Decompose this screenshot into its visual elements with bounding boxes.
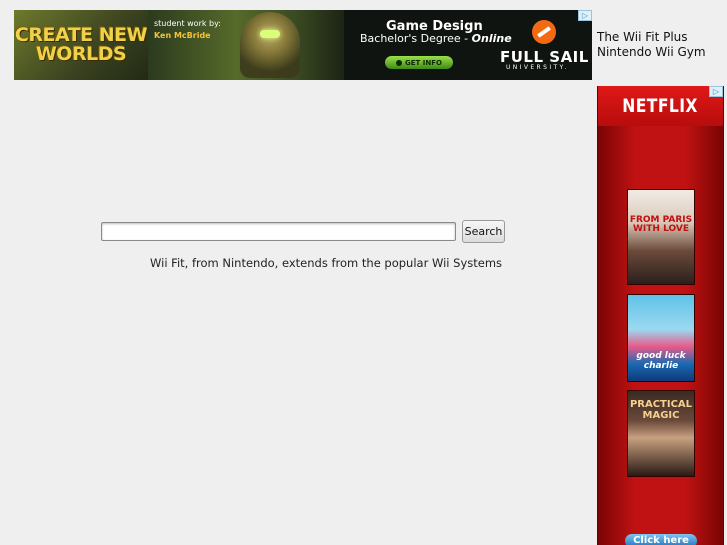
banner-degree-line: Bachelor's Degree - Online (360, 32, 512, 45)
adchoices-icon-netflix[interactable]: ▷ (709, 86, 723, 97)
click-here-button[interactable]: Click here (625, 534, 697, 545)
robot-artwork (240, 12, 300, 78)
tagline-text: Wii Fit, from Nintendo, extends from the… (150, 256, 503, 270)
banner-artwork-panel: student work by: Ken McBride (148, 10, 344, 80)
banner-credit-name: Ken McBride (154, 31, 211, 40)
netflix-skyscraper-ad[interactable]: NETFLIX FROM PARIS WITH LOVE good luck c… (597, 86, 724, 545)
poster-1-title: FROM PARIS WITH LOVE (629, 215, 693, 234)
netflix-logo: NETFLIX (622, 95, 699, 117)
poster-3-title: PRACTICAL MAGIC (629, 399, 693, 421)
side-link-line1[interactable]: The Wii Fit Plus (597, 30, 706, 45)
banner-degree-text: Bachelor's Degree - (360, 32, 472, 45)
netflix-header: NETFLIX (598, 86, 723, 126)
movie-poster-3[interactable]: PRACTICAL MAGIC (627, 390, 695, 477)
banner-credit-label: student work by: (154, 19, 221, 28)
get-info-button[interactable]: GET INFO (385, 56, 453, 69)
banner-brand-sub: UNIVERSITY. (506, 64, 569, 71)
banner-info-panel: Game Design Bachelor's Degree - Online G… (344, 10, 592, 80)
banner-degree-emphasis: Online (471, 32, 512, 45)
full-sail-logo-icon (532, 20, 556, 44)
poster-2-title: good luck charlie (636, 351, 686, 371)
get-info-label: GET INFO (405, 58, 442, 67)
top-banner-ad[interactable]: CREATE NEW WORLDS student work by: Ken M… (14, 10, 592, 80)
search-input[interactable] (101, 222, 456, 241)
play-icon (396, 59, 403, 66)
adchoices-icon[interactable]: ▷ (578, 10, 592, 21)
side-links[interactable]: The Wii Fit Plus Nintendo Wii Gym (597, 30, 706, 60)
movie-poster-2[interactable]: good luck charlie (627, 294, 695, 382)
banner-headline-panel: CREATE NEW WORLDS (14, 10, 148, 80)
movie-poster-1[interactable]: FROM PARIS WITH LOVE (627, 189, 695, 285)
robot-eye-glow (260, 30, 280, 38)
banner-headline: CREATE NEW WORLDS (14, 24, 148, 65)
search-button[interactable]: Search (462, 220, 505, 243)
side-link-line2[interactable]: Nintendo Wii Gym (597, 45, 706, 60)
